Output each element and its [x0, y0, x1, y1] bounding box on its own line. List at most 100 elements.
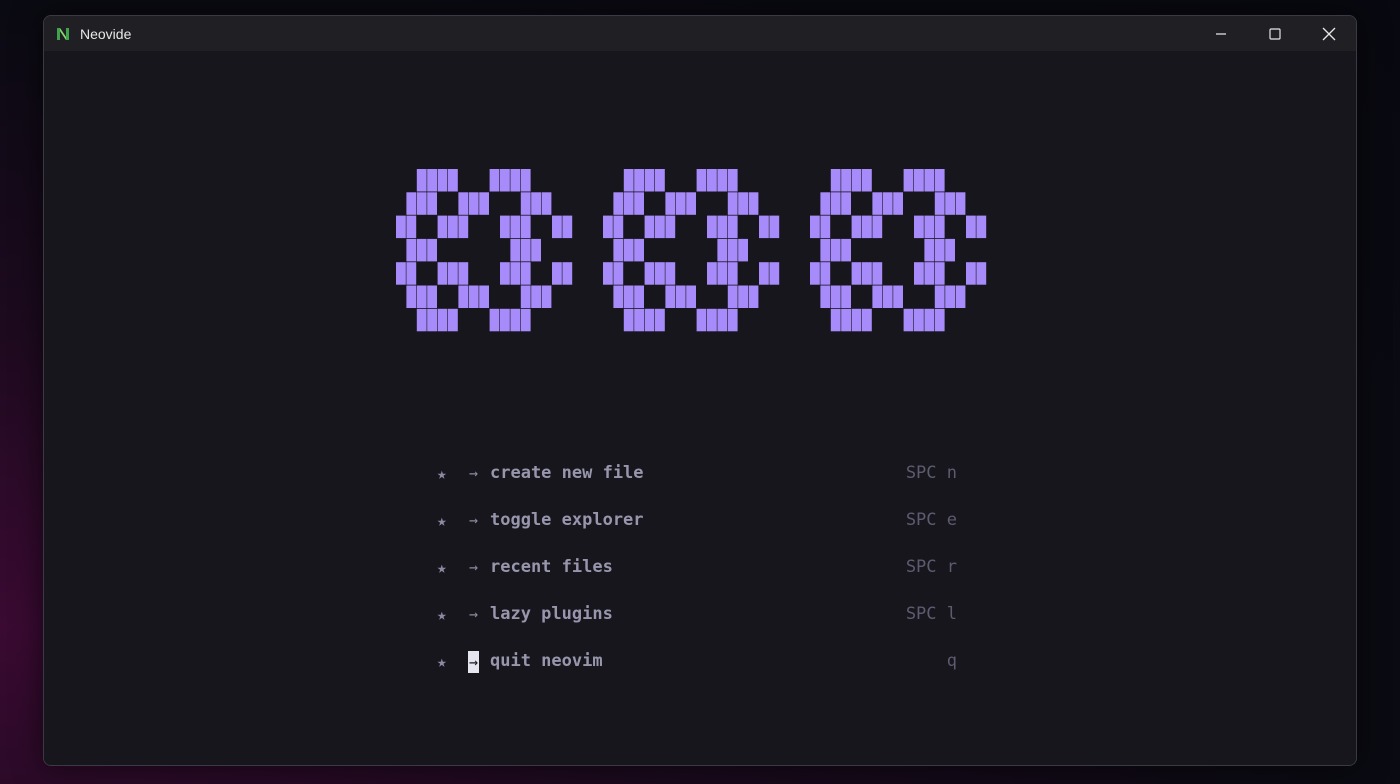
logo-pixel: [634, 169, 644, 192]
logo-pixel: [634, 238, 644, 262]
logo-pixel: [520, 238, 531, 262]
logo-pixel: [830, 308, 841, 332]
logo-pixel: [862, 215, 872, 239]
dashboard-item[interactable]: ★ → recent files SPC r: [437, 545, 957, 592]
maximize-button[interactable]: [1248, 16, 1302, 51]
logo-pixel: [427, 308, 437, 332]
dashboard-item[interactable]: ★ → quit neovim q: [437, 639, 957, 686]
logo-pixel: [416, 308, 427, 332]
logo-pixel: [458, 285, 469, 308]
logo-pixel: [934, 238, 945, 262]
logo-pixel: [727, 192, 738, 215]
logo-pixel: [976, 215, 987, 239]
logo-pixel: [851, 262, 862, 285]
dashboard-item-label: recent files: [490, 557, 613, 577]
logo-pixel: [675, 285, 686, 308]
maximize-icon: [1269, 27, 1281, 40]
logo-pixel: [613, 285, 624, 308]
logo-pixel: [769, 215, 780, 239]
logo-pixel: [427, 285, 437, 308]
logo-pixel: [862, 262, 872, 285]
arrow-icon: →: [468, 605, 479, 623]
logo-pixel: [623, 192, 634, 215]
logo-pixel: [479, 192, 489, 215]
logo-pixel: [448, 169, 458, 192]
star-icon: ★: [437, 605, 447, 624]
logo-pixel: [727, 238, 738, 262]
logo-pixel: [696, 169, 707, 192]
logo-pixel: [427, 238, 437, 262]
logo-pixel: [810, 262, 820, 285]
logo-pixel: [644, 169, 655, 192]
dashboard-item[interactable]: ★ → lazy plugins SPC l: [437, 592, 957, 639]
logo-pixel: [416, 238, 427, 262]
logo-pixel: [727, 169, 738, 192]
shortcut-key: SPC n: [905, 463, 957, 483]
logo-pixel: [717, 308, 728, 332]
logo-pixel: [851, 308, 862, 332]
logo-pixel: [655, 169, 665, 192]
neovide-window: Neovide ★ → create new file SPC n ★ → to…: [43, 15, 1357, 766]
logo-pixel: [955, 285, 966, 308]
dashboard-item[interactable]: ★ → toggle explorer SPC e: [437, 498, 957, 545]
logo-pixel: [924, 215, 935, 239]
logo-pixel: [520, 215, 531, 239]
dashboard-item[interactable]: ★ → create new file SPC n: [437, 451, 957, 498]
dashboard-menu: ★ → create new file SPC n ★ → toggle explorer S…: [437, 451, 957, 686]
logo-pixel: [406, 215, 417, 239]
logo-pixel: [934, 192, 945, 215]
logo-pixel: [851, 215, 862, 239]
logo-pixel: [882, 192, 893, 215]
dashboard-item-label: quit neovim: [490, 651, 603, 671]
logo-pixel: [613, 215, 624, 239]
logo-pixel: [872, 262, 883, 285]
logo-pixel: [406, 285, 417, 308]
logo-pixel: [644, 308, 655, 332]
logo-pixel: [644, 215, 655, 239]
logo-pixel: [738, 285, 748, 308]
logo-pixel: [520, 192, 531, 215]
logo-pixel: [955, 192, 966, 215]
logo-pixel: [924, 262, 935, 285]
logo-pixel: [903, 308, 914, 332]
minimize-button[interactable]: [1194, 16, 1248, 51]
logo-pixel: [520, 262, 531, 285]
logo-pixel: [531, 238, 541, 262]
shortcut-key: q: [946, 651, 957, 671]
logo-pixel: [623, 308, 634, 332]
logo-pixel: [820, 285, 831, 308]
logo-pixel: [727, 285, 738, 308]
logo-pixel: [914, 169, 924, 192]
logo-pixel: [820, 262, 831, 285]
logo-pixel: [500, 262, 510, 285]
logo-pixel: [520, 285, 531, 308]
window-title: Neovide: [80, 25, 132, 42]
logo-pixel: [520, 308, 531, 332]
logo-pixel: [531, 192, 541, 215]
logo-pixel: [437, 308, 448, 332]
arrow-icon: →: [468, 558, 479, 576]
logo-pixel: [634, 192, 644, 215]
logo-pixel: [914, 215, 924, 239]
logo-pixel: [562, 215, 573, 239]
editor-area[interactable]: ★ → create new file SPC n ★ → toggle explorer S…: [44, 51, 1356, 765]
logo-pixel: [830, 192, 841, 215]
logo-pixel: [603, 262, 613, 285]
logo-pixel: [966, 262, 976, 285]
logo-pixel: [613, 192, 624, 215]
logo-pixel: [634, 308, 644, 332]
logo-pixel: [727, 262, 738, 285]
logo-pixel: [396, 215, 406, 239]
star-icon: ★: [437, 558, 447, 577]
logo-pixel: [841, 238, 851, 262]
close-button[interactable]: [1302, 16, 1356, 51]
logo-pixel: [510, 262, 521, 285]
logo-pixel: [396, 262, 406, 285]
shortcut-key: SPC l: [905, 604, 957, 624]
logo-pixel: [934, 308, 945, 332]
logo-pixel: [655, 262, 665, 285]
title-bar[interactable]: Neovide: [44, 16, 1356, 51]
logo-pixel: [665, 192, 676, 215]
logo-pixel: [479, 285, 489, 308]
logo-pixel: [623, 285, 634, 308]
